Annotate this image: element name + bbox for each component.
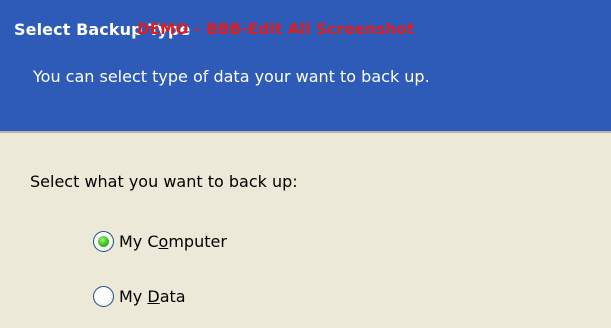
radio-option-my-computer[interactable]: My Computer [93,228,227,254]
radio-button-my-data[interactable] [93,285,114,307]
radio-label-my-data[interactable]: My Data [119,287,186,306]
wizard-header: Select Backup Type DEMO - BBB-Edit All S… [0,0,611,131]
radio-option-my-data[interactable]: My Data [93,283,186,309]
backup-prompt: Select what you want to back up: [30,172,298,191]
wizard-subtitle: You can select type of data your want to… [33,67,430,86]
wizard-content: Select what you want to back up: My Comp… [0,133,611,328]
radio-button-my-computer[interactable] [93,230,114,252]
radio-label-my-computer[interactable]: My Computer [119,232,227,251]
watermark-text: DEMO - BBB-Edit All Screenshot [137,20,415,38]
